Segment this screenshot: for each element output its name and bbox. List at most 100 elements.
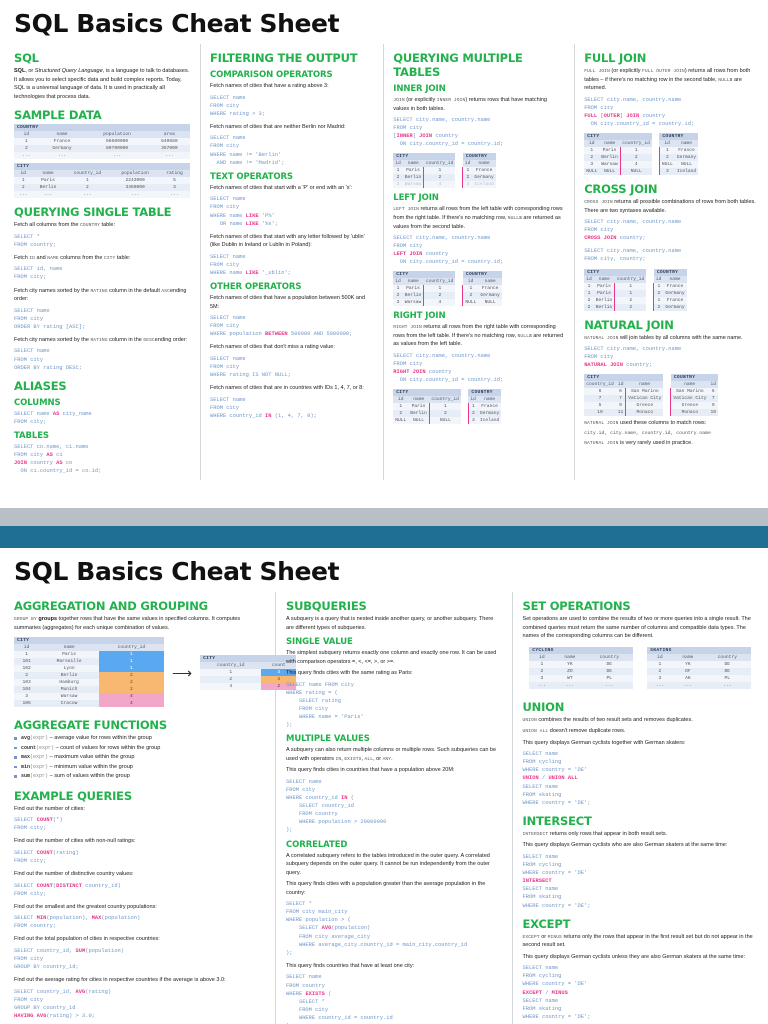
column-header: id — [708, 381, 718, 389]
section-except: EXCEPT — [522, 916, 571, 931]
table-row: 2 Berlin 2 3460000 3 — [14, 184, 190, 192]
table-cell: NULL — [408, 417, 430, 425]
intersect-example-desc: This query displays German cyclists who … — [522, 842, 728, 849]
table-name-row: CITY — [584, 132, 652, 140]
column-set-operations: SET OPERATIONS Set operations are used t… — [513, 592, 758, 1024]
query-description: Fetch names of cities that start with an… — [210, 233, 365, 249]
table-row: 2 Berlin 2 — [393, 174, 456, 182]
join-side-table: COUNTRY id name 1 France 2 Germany NULL NULL — [462, 271, 502, 307]
table-cell: 80700000 — [85, 145, 149, 153]
data-table: CITY id name country_id population rating 1 Par… — [14, 163, 190, 199]
column-aggregation: AGGREGATION AND GROUPING GROUP BY groups… — [14, 592, 297, 1024]
table-row: 3 Warsaw 4 — [584, 160, 652, 168]
table-cell: 1 — [98, 651, 164, 659]
table-cell: France — [472, 167, 496, 175]
column-header: name — [39, 644, 99, 652]
table-cell: 3 — [462, 181, 473, 189]
table-row: Greece 9 — [670, 402, 718, 410]
subsection-single-value: SINGLE VALUE — [286, 637, 353, 648]
join-side-table: COUNTRY id name 1 France 2 Germany NULL NULL 3 Ice… — [658, 132, 699, 175]
table-cell: 5 — [584, 402, 616, 410]
alias-columns-code: SELECT name AS city_name FROM city; — [14, 410, 92, 425]
table-cell: ... — [647, 681, 673, 689]
function-name: count(expr) — [21, 744, 55, 751]
natural-join-code: SELECT city.name, country.name FROM city… — [584, 346, 682, 369]
table-row: 1 Paris 1 2243000 5 — [14, 177, 190, 185]
table-cell: 2 — [393, 292, 403, 300]
table-cell: Paris — [32, 177, 64, 185]
table-name-row: CITY — [14, 163, 190, 171]
table-cell: 2 — [462, 174, 473, 182]
table-cell: 2 — [98, 672, 164, 680]
table-row: 105 Cracow 4 — [14, 700, 164, 708]
table-row: 2 Berlin 2 — [584, 153, 652, 161]
table-row: 2 Berlin 2 — [393, 292, 456, 300]
section-aliases: ALIASES — [14, 378, 67, 393]
single-value-description: The simplest subquery returns exactly on… — [286, 650, 497, 665]
cheatsheet-page-2: SQL Basics Cheat Sheet AGGREGATION AND G… — [0, 548, 768, 1024]
table-cell: Paris — [599, 146, 621, 154]
table-row: 2 Germany — [467, 410, 502, 418]
table-cell: 2 — [658, 153, 675, 161]
table-cell: Paris — [593, 282, 615, 290]
table-name: COUNTRY — [659, 132, 699, 140]
column-header: population — [111, 170, 159, 178]
table-cell: 3 — [529, 674, 555, 682]
alias-tables-code: SELECT co.name, ci.name FROM city AS ci … — [14, 443, 102, 475]
subsection-correlated: CORRELATED — [286, 839, 348, 850]
table-name: CITY — [14, 637, 164, 645]
column-header: country_id — [98, 644, 164, 652]
table-cell: Germany — [477, 410, 502, 418]
table-row: 7 7 Vatican City — [584, 395, 664, 403]
join-side-table: CITY id name country_id 1 Paris 1 2 Berlin 2 3 Wars… — [584, 132, 652, 175]
column-sql-basics: SQL SQL, or Structured Query Language, i… — [14, 44, 201, 481]
table-cell: Munich — [39, 686, 99, 694]
table-cell: 640680 — [148, 138, 190, 146]
table-cell: Germany — [663, 303, 687, 311]
table-cell: 2 — [467, 410, 478, 418]
section-full-join: FULL JOIN — [584, 51, 647, 65]
page-title: SQL Basics Cheat Sheet — [14, 9, 340, 38]
table-cell: Iceland — [477, 417, 502, 425]
query-code: SELECT name FROM city ORDER BY rating DE… — [14, 348, 82, 371]
section-aggregation-and-grouping: AGGREGATION AND GROUPING — [14, 599, 208, 613]
column-header: country_id — [620, 139, 652, 147]
natural-join-note-1: NATURAL JOIN used these columns to match… — [584, 420, 707, 427]
section-sample-data: SAMPLE DATA — [14, 108, 102, 123]
table-cell: NULL — [393, 417, 409, 425]
column-header: id — [653, 275, 664, 283]
table-row: 2 Germany — [462, 174, 496, 182]
table-row: 1 Paris 1 — [584, 289, 647, 297]
table-cell: 1 — [653, 282, 664, 290]
page-separator-band — [0, 508, 768, 548]
set-operations-description: Set operations are used to combine the r… — [522, 616, 751, 640]
table-cell: WT — [554, 674, 586, 682]
join-side-table: COUNTRY id name 1 France 2 Germany 3 Iceland — [467, 389, 502, 425]
column-header: name — [593, 275, 615, 283]
table-cell: ... — [85, 152, 149, 160]
table-cell: ZO — [554, 667, 586, 675]
table-cell: NULL — [619, 167, 652, 175]
table-row: 1 Paris 1 — [393, 285, 456, 293]
table-name: CITY — [14, 163, 190, 171]
table-name-row: COUNTRY — [462, 271, 502, 279]
table-cell: DE — [703, 660, 752, 668]
table-header-row: id name country_id — [393, 396, 461, 404]
table-header-row: country_id id name — [584, 381, 664, 389]
table-cell: 4 — [619, 160, 652, 168]
query-description: Find out the number of cities with non-n… — [14, 838, 136, 845]
table-cell: 2 — [423, 174, 456, 182]
table-cell: 1 — [584, 289, 594, 297]
multiple-values-example-desc: This query finds cities in countries tha… — [286, 767, 455, 774]
table-cell: 2 — [529, 667, 555, 675]
table-cell: 103 — [14, 679, 40, 687]
table-cell: PL — [585, 674, 634, 682]
join-side-table: CITY id name country_id 1 Paris 1 2 Berlin 2 NULL N… — [393, 389, 461, 425]
table-cell: France — [477, 403, 502, 411]
join-side-table: CITY id name country_id 1 Paris 1 2 Berlin 2 3 Wars… — [393, 153, 456, 189]
table-cell: ... — [148, 152, 190, 160]
table-cell: Germany — [674, 153, 699, 161]
table-header-row: id name — [468, 396, 502, 404]
subsection-text-operators: TEXT OPERATORS — [210, 171, 293, 182]
table-cell: Monaco — [625, 409, 664, 417]
